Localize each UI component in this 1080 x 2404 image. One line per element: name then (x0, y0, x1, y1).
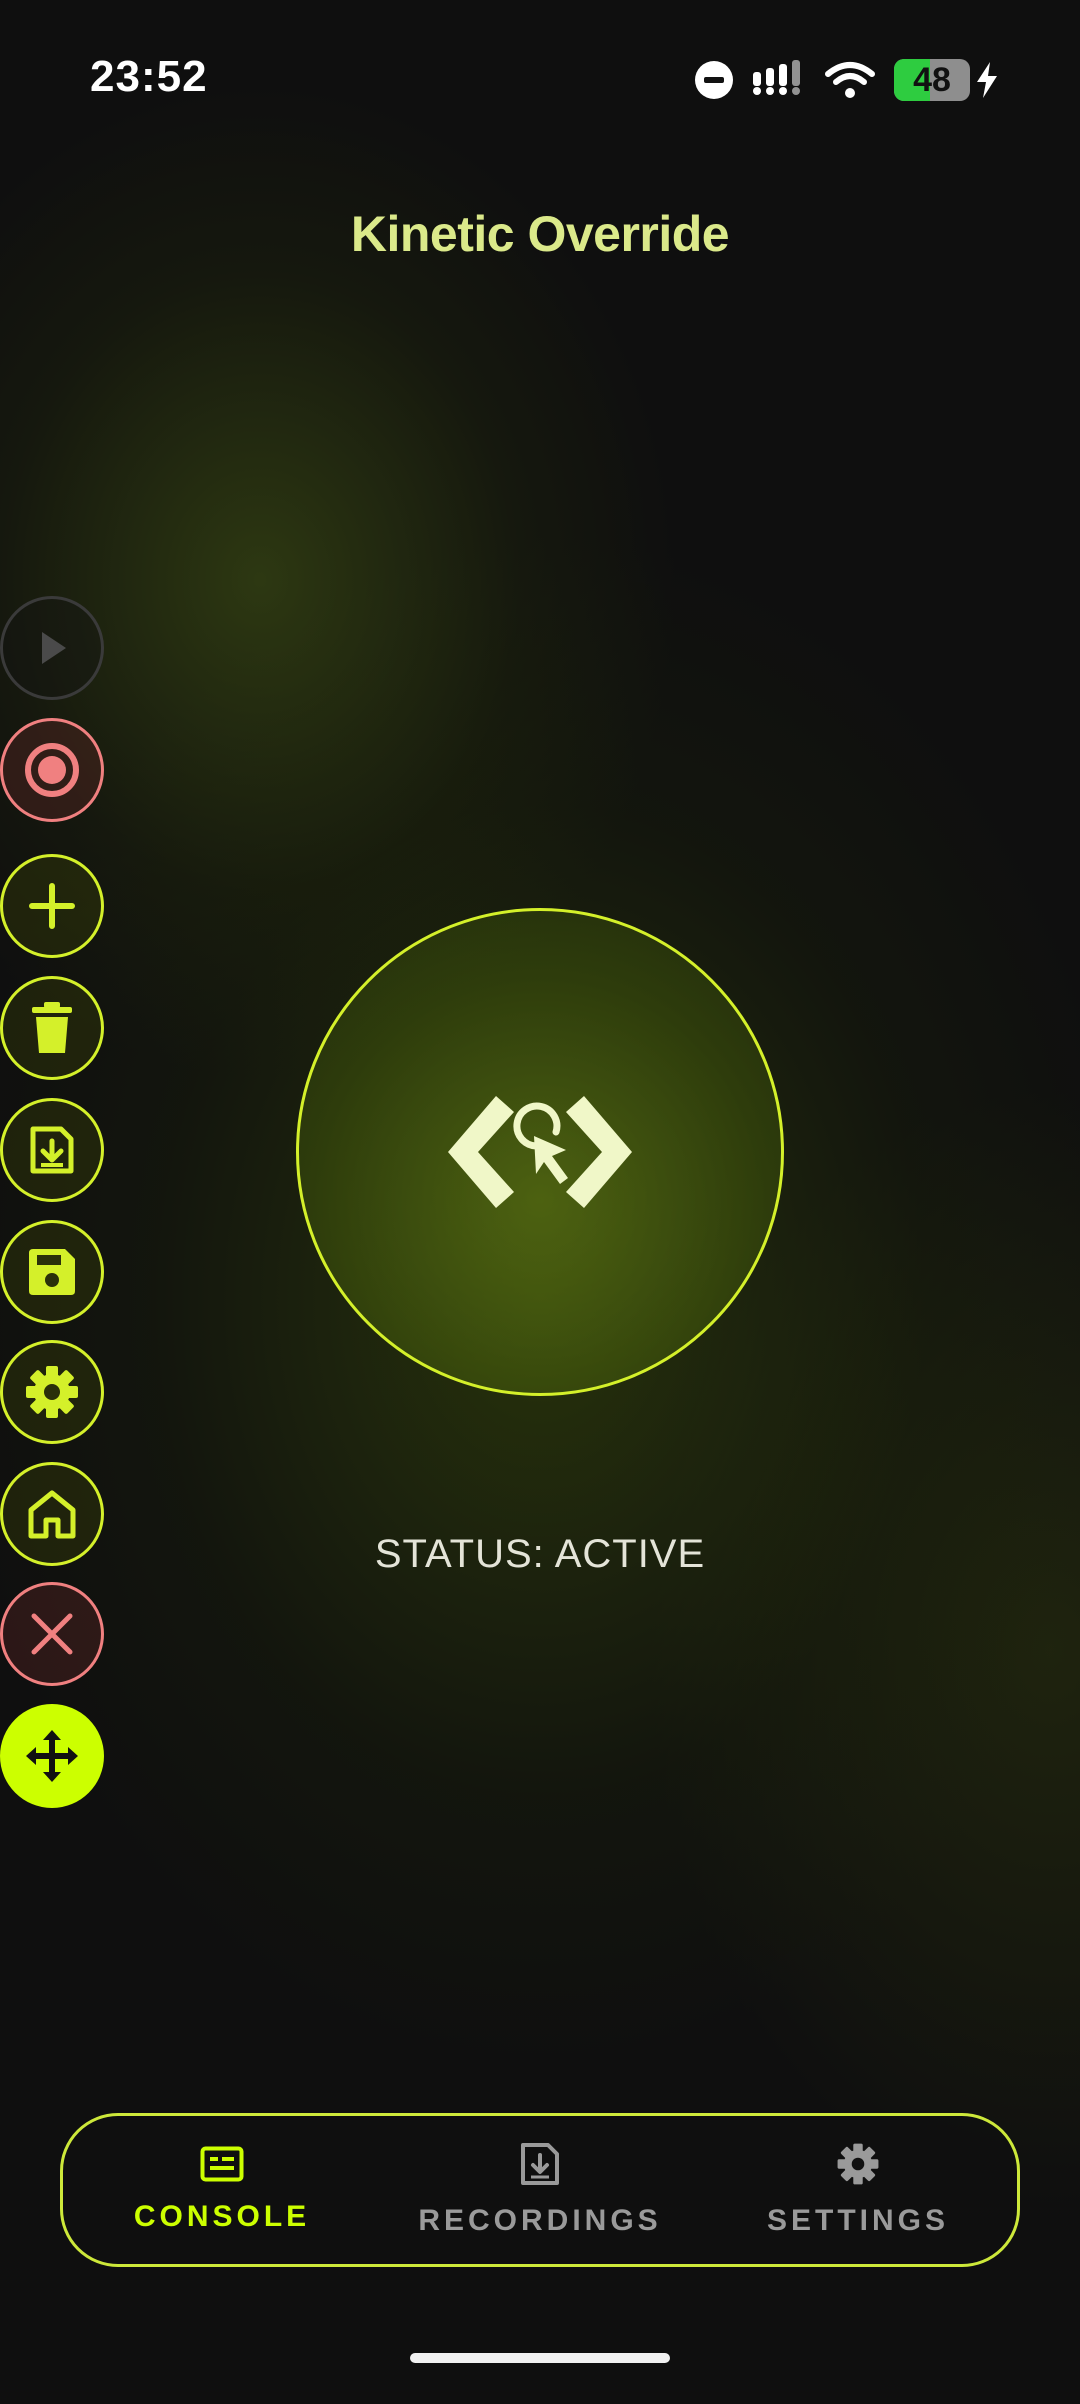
save-button[interactable] (0, 1220, 104, 1324)
trash-icon (32, 1002, 72, 1053)
import-icon (30, 1126, 74, 1174)
add-button[interactable] (0, 854, 104, 958)
tab-console-label: CONSOLE (133, 2200, 311, 2233)
recordings-icon (521, 2143, 559, 2185)
console-icon (200, 2146, 244, 2182)
settings-icon (837, 2143, 879, 2185)
battery-icon: 48 (894, 59, 970, 101)
gear-icon (26, 1366, 78, 1418)
record-icon (25, 743, 79, 797)
play-button[interactable] (0, 596, 104, 700)
close-button[interactable] (0, 1582, 104, 1686)
wifi-icon (825, 62, 875, 98)
tab-settings[interactable]: SETTINGS (699, 2116, 1017, 2264)
signal-icon (753, 60, 800, 95)
code-cursor-icon (448, 1096, 632, 1208)
play-icon (42, 632, 66, 664)
bottom-nav: CONSOLE RECORDINGS SETTINGS (60, 2113, 1020, 2267)
move-handle[interactable] (0, 1704, 104, 1808)
main-toggle-button[interactable] (296, 908, 784, 1396)
tab-settings-label: SETTINGS (766, 2204, 949, 2237)
save-icon (29, 1249, 75, 1295)
home-indicator[interactable] (410, 2353, 670, 2363)
status-label: STATUS: ACTIVE (374, 1532, 706, 1576)
app-title: Kinetic Override (350, 206, 730, 262)
status-icons: 48 (694, 56, 1000, 104)
battery-percent: 48 (913, 60, 951, 99)
record-button[interactable] (0, 718, 104, 822)
import-button[interactable] (0, 1098, 104, 1202)
close-icon (31, 1613, 73, 1655)
charging-icon (977, 62, 997, 98)
move-icon (26, 1730, 78, 1782)
do-not-disturb-icon (695, 61, 733, 99)
tab-recordings-label: RECORDINGS (418, 2204, 662, 2237)
plus-icon (29, 883, 75, 929)
status-time: 23:52 (90, 52, 208, 101)
tab-recordings[interactable]: RECORDINGS (381, 2116, 699, 2264)
settings-button[interactable] (0, 1340, 104, 1444)
delete-button[interactable] (0, 976, 104, 1080)
tab-console[interactable]: CONSOLE (63, 2116, 381, 2264)
status-bar: 23:52 48 (0, 0, 1080, 160)
